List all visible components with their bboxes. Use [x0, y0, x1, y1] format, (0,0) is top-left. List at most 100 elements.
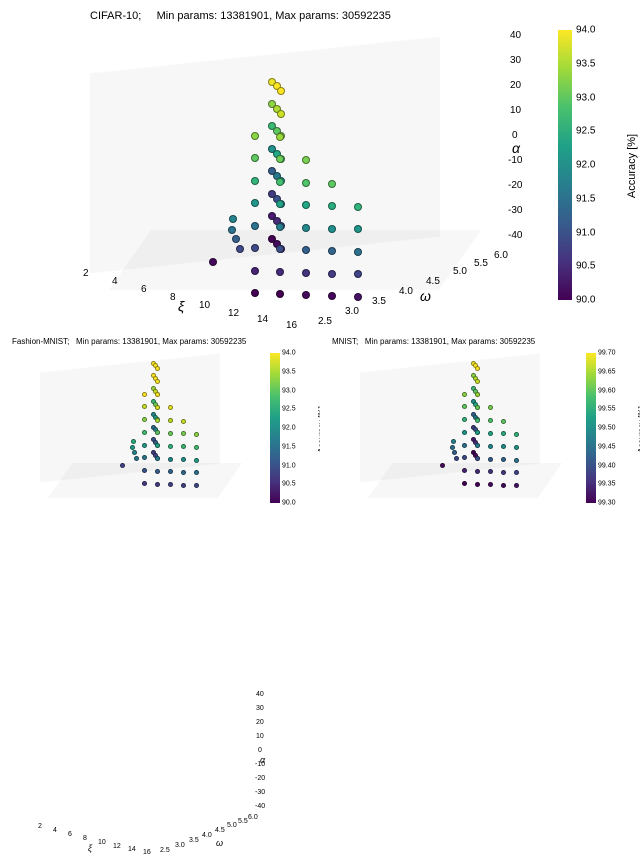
- cbar-tick: 91.5: [576, 193, 595, 204]
- colorbar-label: Accuracy [%]: [626, 134, 638, 198]
- cbar-tick: 90.0: [576, 295, 595, 306]
- data-point: [251, 267, 259, 275]
- data-point: [155, 418, 160, 423]
- xi-tick: 2: [38, 823, 42, 830]
- alpha-tick: 30: [256, 705, 264, 712]
- cbar-tick: 92.0: [282, 425, 296, 432]
- data-point: [168, 457, 173, 462]
- cbar-tick: 91.0: [576, 227, 595, 238]
- title-cifar10: CIFAR-10; Min params: 13381901, Max para…: [90, 10, 391, 22]
- title-dataset: MNIST;: [332, 337, 358, 346]
- xi-tick: 6: [141, 284, 147, 295]
- data-point: [475, 443, 480, 448]
- data-point: [462, 392, 467, 397]
- data-point: [251, 199, 259, 207]
- data-point: [475, 418, 480, 423]
- data-point: [168, 444, 173, 449]
- omega-tick: 5.5: [474, 258, 488, 269]
- alpha-tick: -20: [508, 180, 522, 191]
- title-fmnist: Fashion-MNIST; Min params: 13381901, Max…: [12, 337, 246, 346]
- data-point: [501, 483, 506, 488]
- data-point: [251, 289, 259, 297]
- alpha-tick: -40: [255, 803, 265, 810]
- colorbar-fmnist: 94.0 93.5 93.0 92.5 92.0 91.5 91.0 90.5 …: [270, 353, 310, 503]
- data-point: [328, 292, 336, 300]
- panel-cifar10: CIFAR-10; Min params: 13381901, Max para…: [0, 0, 640, 330]
- data-point: [142, 404, 147, 409]
- alpha-tick: 10: [256, 733, 264, 740]
- data-point: [475, 456, 480, 461]
- cbar-tick: 93.0: [576, 92, 595, 103]
- omega-tick: 4.0: [202, 832, 212, 839]
- axes3d-mnist: [335, 351, 575, 516]
- data-point: [142, 481, 147, 486]
- cbar-tick: 92.5: [576, 126, 595, 137]
- alpha-tick: -10: [255, 761, 265, 768]
- xi-tick: 8: [83, 835, 87, 842]
- data-point: [475, 469, 480, 474]
- xi-tick: 12: [228, 308, 239, 319]
- data-point: [155, 456, 160, 461]
- data-point: [328, 180, 336, 188]
- cbar-tick: 99.50: [598, 425, 616, 432]
- data-point: [462, 443, 467, 448]
- data-point: [475, 392, 480, 397]
- omega-tick: 2.5: [318, 316, 332, 327]
- alpha-tick: -20: [255, 775, 265, 782]
- xi-axis-label: ξ: [178, 298, 184, 314]
- data-point: [354, 293, 362, 301]
- data-point: [130, 445, 135, 450]
- data-point: [251, 244, 259, 252]
- cbar-tick: 99.65: [598, 368, 616, 375]
- cbar-tick: 91.0: [282, 462, 296, 469]
- data-point: [302, 179, 310, 187]
- alpha-tick: 40: [510, 30, 521, 41]
- data-point: [131, 439, 136, 444]
- cbar-tick: 99.55: [598, 406, 616, 413]
- cbar-tick: 93.5: [282, 368, 296, 375]
- data-point: [142, 468, 147, 473]
- alpha-tick: 40: [256, 691, 264, 698]
- data-point: [488, 431, 493, 436]
- title-mnist: MNIST; Min params: 13381901, Max params:…: [332, 337, 535, 346]
- omega-tick: 5.0: [453, 266, 467, 277]
- colorbar-gradient: [270, 353, 280, 503]
- data-point: [302, 224, 310, 232]
- alpha-tick: 20: [256, 719, 264, 726]
- cbar-tick: 92.0: [576, 160, 595, 171]
- xi-tick: 14: [257, 314, 268, 325]
- data-point: [251, 177, 259, 185]
- xi-tick: 8: [170, 292, 176, 303]
- alpha-tick: 30: [510, 55, 521, 66]
- data-point: [302, 291, 310, 299]
- colorbar-mnist: 99.70 99.65 99.60 99.55 99.50 99.45 99.4…: [586, 353, 630, 503]
- cbar-tick: 94.0: [576, 25, 595, 36]
- data-point: [142, 430, 147, 435]
- title-params: Min params: 13381901, Max params: 305922…: [76, 337, 246, 346]
- data-point: [354, 248, 362, 256]
- cbar-tick: 93.5: [576, 58, 595, 69]
- data-point: [142, 417, 147, 422]
- data-point: [450, 445, 455, 450]
- xi-tick: 16: [143, 849, 151, 856]
- cbar-tick: 99.30: [598, 500, 616, 507]
- data-point: [328, 225, 336, 233]
- data-point: [328, 270, 336, 278]
- data-point: [209, 258, 217, 266]
- alpha-tick: -30: [255, 789, 265, 796]
- xi-tick: 10: [199, 300, 210, 311]
- panel-mnist: MNIST; Min params: 13381901, Max params:…: [320, 335, 640, 523]
- cbar-tick: 91.5: [282, 443, 296, 450]
- alpha-tick: 0: [258, 747, 262, 754]
- data-point: [475, 405, 480, 410]
- cbar-tick: 90.5: [282, 481, 296, 488]
- data-point: [142, 443, 147, 448]
- axes3d-fmnist: [15, 351, 255, 516]
- xi-tick: 14: [128, 846, 136, 853]
- alpha-tick: -10: [508, 155, 522, 166]
- omega-tick: 5.0: [227, 822, 237, 829]
- omega-axis-label: ω: [420, 288, 431, 304]
- figure: { "top": { "title_prefix": "CIFAR-10;", …: [0, 0, 640, 524]
- colorbar-gradient: [586, 353, 596, 503]
- cbar-tick: 99.70: [598, 350, 616, 357]
